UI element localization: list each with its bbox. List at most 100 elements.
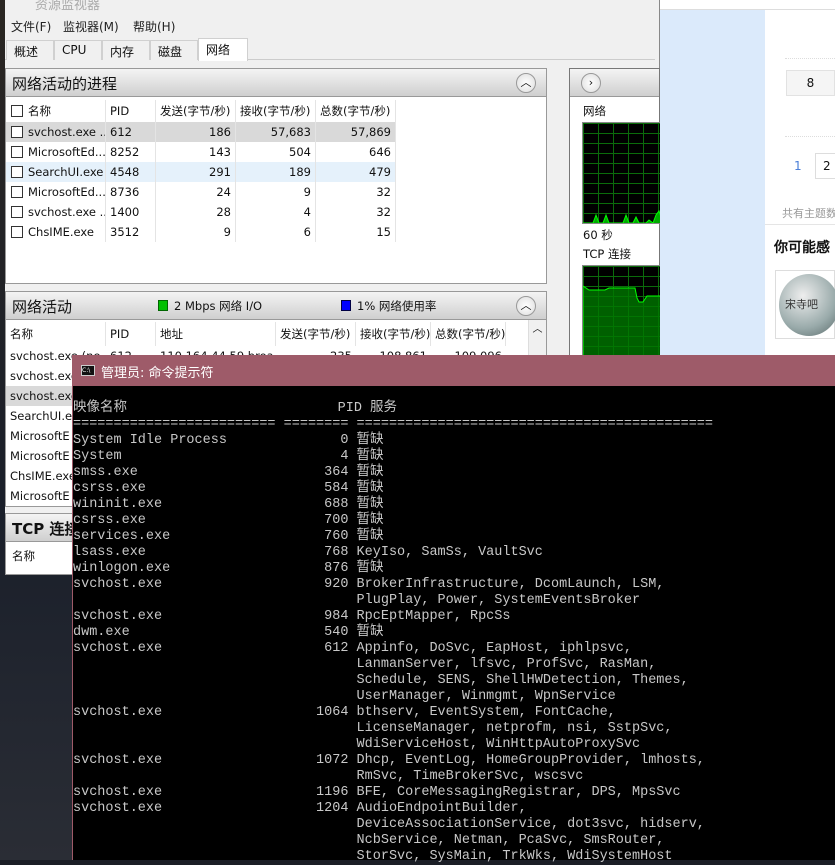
count-button[interactable]: 8	[786, 70, 835, 96]
processes-panel: 网络活动的进程 ︿ 名称 PID 发送(字节/秒) 接收(字节/秒) 总数(字节/秒) s…	[5, 68, 547, 284]
cell: MicrosoftEd...	[24, 142, 106, 162]
column-header[interactable]: 名称	[24, 100, 106, 122]
cmd-title: 管理员: 命令提示符	[101, 366, 214, 381]
graph-time-label: 60 秒	[583, 228, 613, 242]
panel-title: 网络活动的进程	[12, 75, 118, 93]
tab-network[interactable]: 网络	[198, 38, 248, 61]
menu-monitor[interactable]: 监视器(M)	[63, 18, 119, 35]
cell: 646	[316, 142, 396, 162]
cmd-header-line: 映像名称 PID 服务	[73, 401, 398, 416]
cmd-process-line: svchost.exe 1204 AudioEndpointBuilder,	[73, 801, 527, 816]
tcp-graph-label: TCP 连接	[583, 247, 631, 261]
page-2-link[interactable]: 2	[815, 153, 835, 179]
page-1-link[interactable]: 1	[794, 159, 802, 173]
tab-bar: 概述 CPU 内存 磁盘 网络	[5, 38, 655, 61]
tcp-graph	[582, 265, 663, 360]
column-header[interactable]: 总数(字节/秒)	[316, 100, 396, 122]
panel-title: 网络活动	[12, 298, 73, 316]
table-row[interactable]: svchost.exe ... 612 186 57,683 57,869	[6, 122, 396, 142]
cell: 612	[106, 122, 156, 142]
divider	[660, 9, 835, 10]
cell: 9	[236, 182, 316, 202]
cmd-title-bar[interactable]: C:\ 管理员: 命令提示符	[73, 355, 835, 386]
menu-help[interactable]: 帮助(H)	[133, 18, 175, 35]
cmd-process-line: UserManager, Winmgmt, WpnService	[73, 689, 616, 704]
row-checkbox[interactable]	[11, 146, 23, 158]
cmd-window: C:\ 管理员: 命令提示符 映像名称 PID 服务 ==============…	[72, 355, 835, 864]
collapse-icon[interactable]: ︿	[516, 73, 536, 93]
tcp-col-name[interactable]: 名称	[12, 548, 35, 564]
cmd-process-line: services.exe 760 暂缺	[73, 529, 384, 544]
cmd-process-line: LanmanServer, lfsvc, ProfSvc, RasMan,	[73, 657, 657, 672]
cmd-output[interactable]: 映像名称 PID 服务 ========================= ===…	[73, 401, 713, 865]
cell: 4	[236, 202, 316, 222]
tcp-graph-line	[583, 285, 663, 360]
processes-header[interactable]: 网络活动的进程	[6, 69, 546, 97]
cell: 504	[236, 142, 316, 162]
cell: 57,869	[316, 122, 396, 142]
collapse-icon[interactable]: ︿	[516, 296, 536, 316]
divider	[785, 136, 835, 137]
column-header[interactable]: PID	[106, 100, 156, 122]
cell: 8252	[106, 142, 156, 162]
cell: svchost.exe ...	[24, 122, 106, 142]
tab-overview[interactable]: 概述	[6, 40, 54, 60]
column-header[interactable]: 发送(字节/秒)	[276, 322, 356, 346]
row-checkbox[interactable]	[11, 226, 23, 238]
cell: 143	[156, 142, 236, 162]
cell: 4548	[106, 162, 156, 182]
column-header[interactable]: 地址	[156, 322, 276, 346]
column-header[interactable]: 发送(字节/秒)	[156, 100, 236, 122]
cmd-separator-line: ========================= ======== =====…	[73, 417, 714, 432]
column-header[interactable]: PID	[106, 322, 156, 346]
cell: 28	[156, 202, 236, 222]
row-checkbox[interactable]	[11, 126, 23, 138]
panel-title: TCP 连接	[12, 520, 80, 538]
row-checkbox[interactable]	[11, 166, 23, 178]
forum-thumbnail[interactable]: 宋寺吧	[775, 270, 835, 339]
table-row[interactable]: ChsIME.exe 3512 9 6 15	[6, 222, 396, 242]
cmd-process-line: csrss.exe 584 暂缺	[73, 481, 384, 496]
column-header[interactable]: 接收(字节/秒)	[236, 100, 316, 122]
divider	[765, 224, 835, 225]
menu-file[interactable]: 文件(F)	[11, 18, 51, 35]
io-legend-swatch	[158, 300, 168, 311]
table-row[interactable]: SearchUI.exe 4548 291 189 479	[6, 162, 396, 182]
network-activity-header[interactable]: 网络活动 2 Mbps 网络 I/O 1% 网络使用率	[6, 292, 546, 320]
table-row[interactable]: MicrosoftEd... 8736 24 9 32	[6, 182, 396, 202]
tab-memory[interactable]: 内存	[102, 40, 150, 60]
forum-logo: 宋寺吧	[779, 274, 835, 336]
cmd-process-line: System Idle Process 0 暂缺	[73, 433, 384, 448]
cell: svchost.exe ...	[24, 202, 106, 222]
cmd-process-line: WdiServiceHost, WinHttpAutoProxySvc	[73, 737, 641, 752]
tab-cpu[interactable]: CPU	[54, 40, 102, 60]
cmd-process-line: svchost.exe 1196 BFE, CoreMessagingRegis…	[73, 785, 681, 800]
cell: 479	[316, 162, 396, 182]
cmd-process-line: lsass.exe 768 KeyIso, SamSs, VaultSvc	[73, 545, 543, 560]
column-header[interactable]: 名称	[6, 322, 106, 346]
table-row[interactable]: MicrosoftEd... 8252 143 504 646	[6, 142, 396, 162]
row-checkbox[interactable]	[11, 206, 23, 218]
table-row[interactable]: svchost.exe ... 1400 28 4 32	[6, 202, 396, 222]
tab-disk[interactable]: 磁盘	[150, 40, 198, 60]
cmd-process-line: NcbService, Netman, PcaSvc, SmsRouter,	[73, 833, 665, 848]
expand-arrow-icon[interactable]: ›	[581, 73, 601, 93]
cell: 32	[316, 202, 396, 222]
usage-legend-swatch	[341, 300, 351, 311]
column-header[interactable]: 总数(字节/秒)	[431, 322, 506, 346]
topic-count: 共有主题数	[782, 207, 835, 220]
divider	[785, 58, 835, 59]
cell: 189	[236, 162, 316, 182]
select-all-checkbox[interactable]	[11, 105, 23, 117]
cmd-process-line: svchost.exe 984 RpcEptMapper, RpcSs	[73, 609, 511, 624]
cmd-process-line: RmSvc, TimeBrokerSvc, wscsvc	[73, 769, 584, 784]
row-checkbox[interactable]	[11, 186, 23, 198]
cell: 32	[316, 182, 396, 202]
column-header[interactable]: 接收(字节/秒)	[356, 322, 431, 346]
cmd-process-line: wininit.exe 688 暂缺	[73, 497, 384, 512]
cell: 15	[316, 222, 396, 242]
cell: 9	[156, 222, 236, 242]
cell: 186	[156, 122, 236, 142]
cmd-process-line: svchost.exe 612 Appinfo, DoSvc, EapHost,…	[73, 641, 632, 656]
network-graph	[582, 122, 663, 224]
